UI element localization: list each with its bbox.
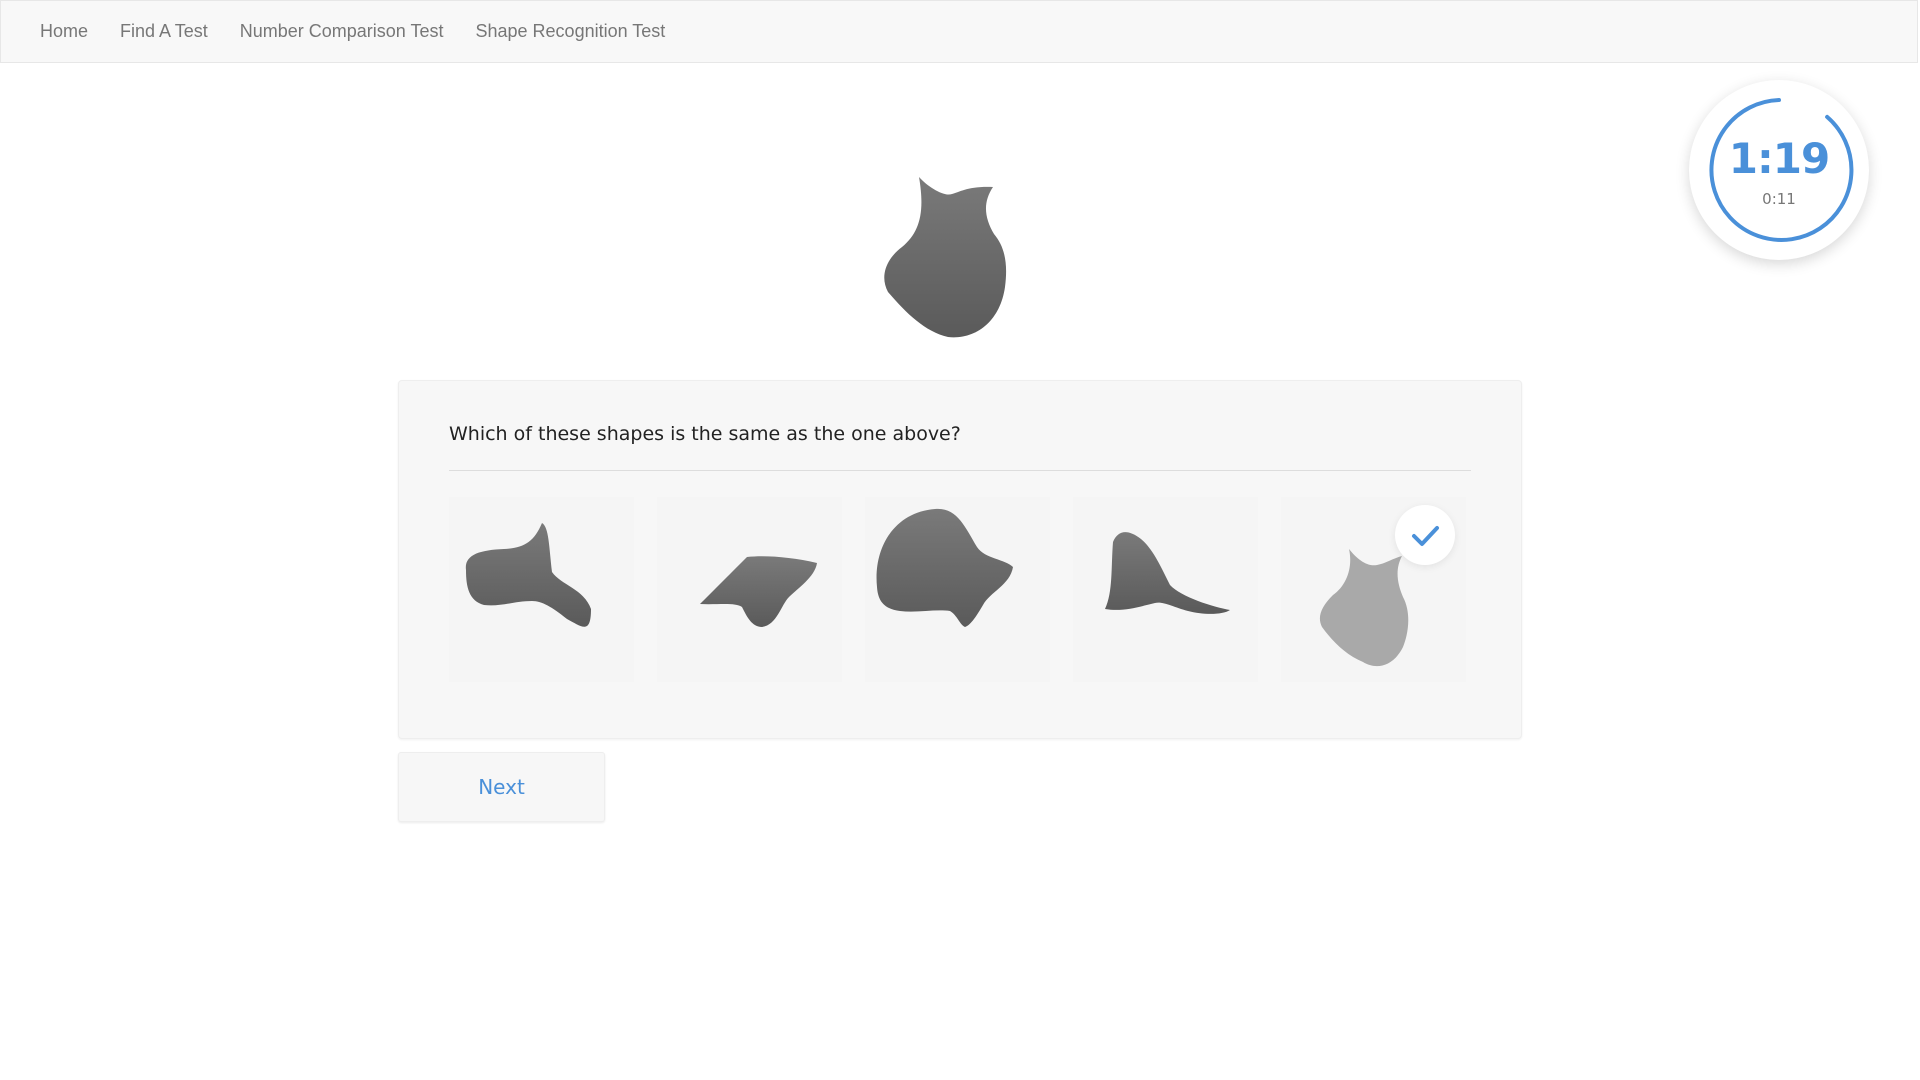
timer-elapsed-time: 0:11 (1762, 190, 1796, 208)
nav-number-comparison-test-link[interactable]: Number Comparison Test (224, 21, 460, 42)
countdown-timer: 1:19 0:11 (1689, 80, 1869, 260)
option-shape-4 (1105, 532, 1230, 614)
question-text: Which of these shapes is the same as the… (449, 423, 961, 445)
navbar: Home Find A Test Number Comparison Test … (0, 0, 1918, 63)
answer-option-1[interactable] (449, 497, 634, 682)
answer-option-2[interactable] (657, 497, 842, 682)
option-shape-2 (700, 556, 817, 627)
option-shape-1 (465, 523, 591, 627)
next-button[interactable]: Next (398, 752, 605, 822)
answer-option-4[interactable] (1073, 497, 1258, 682)
timer-remaining-time: 1:19 (1728, 134, 1830, 183)
check-icon (1412, 526, 1439, 546)
answer-option-3[interactable] (865, 497, 1050, 682)
option-shape-3 (876, 508, 1013, 627)
question-panel: Which of these shapes is the same as the… (398, 380, 1522, 739)
selected-check-badge (1395, 505, 1455, 565)
target-shape-image (884, 177, 1007, 338)
nav-shape-recognition-test-link[interactable]: Shape Recognition Test (460, 21, 682, 42)
nav-home-link[interactable]: Home (24, 21, 104, 42)
target-shape (870, 172, 1020, 352)
nav-find-a-test-link[interactable]: Find A Test (104, 21, 224, 42)
question-divider (449, 470, 1471, 471)
